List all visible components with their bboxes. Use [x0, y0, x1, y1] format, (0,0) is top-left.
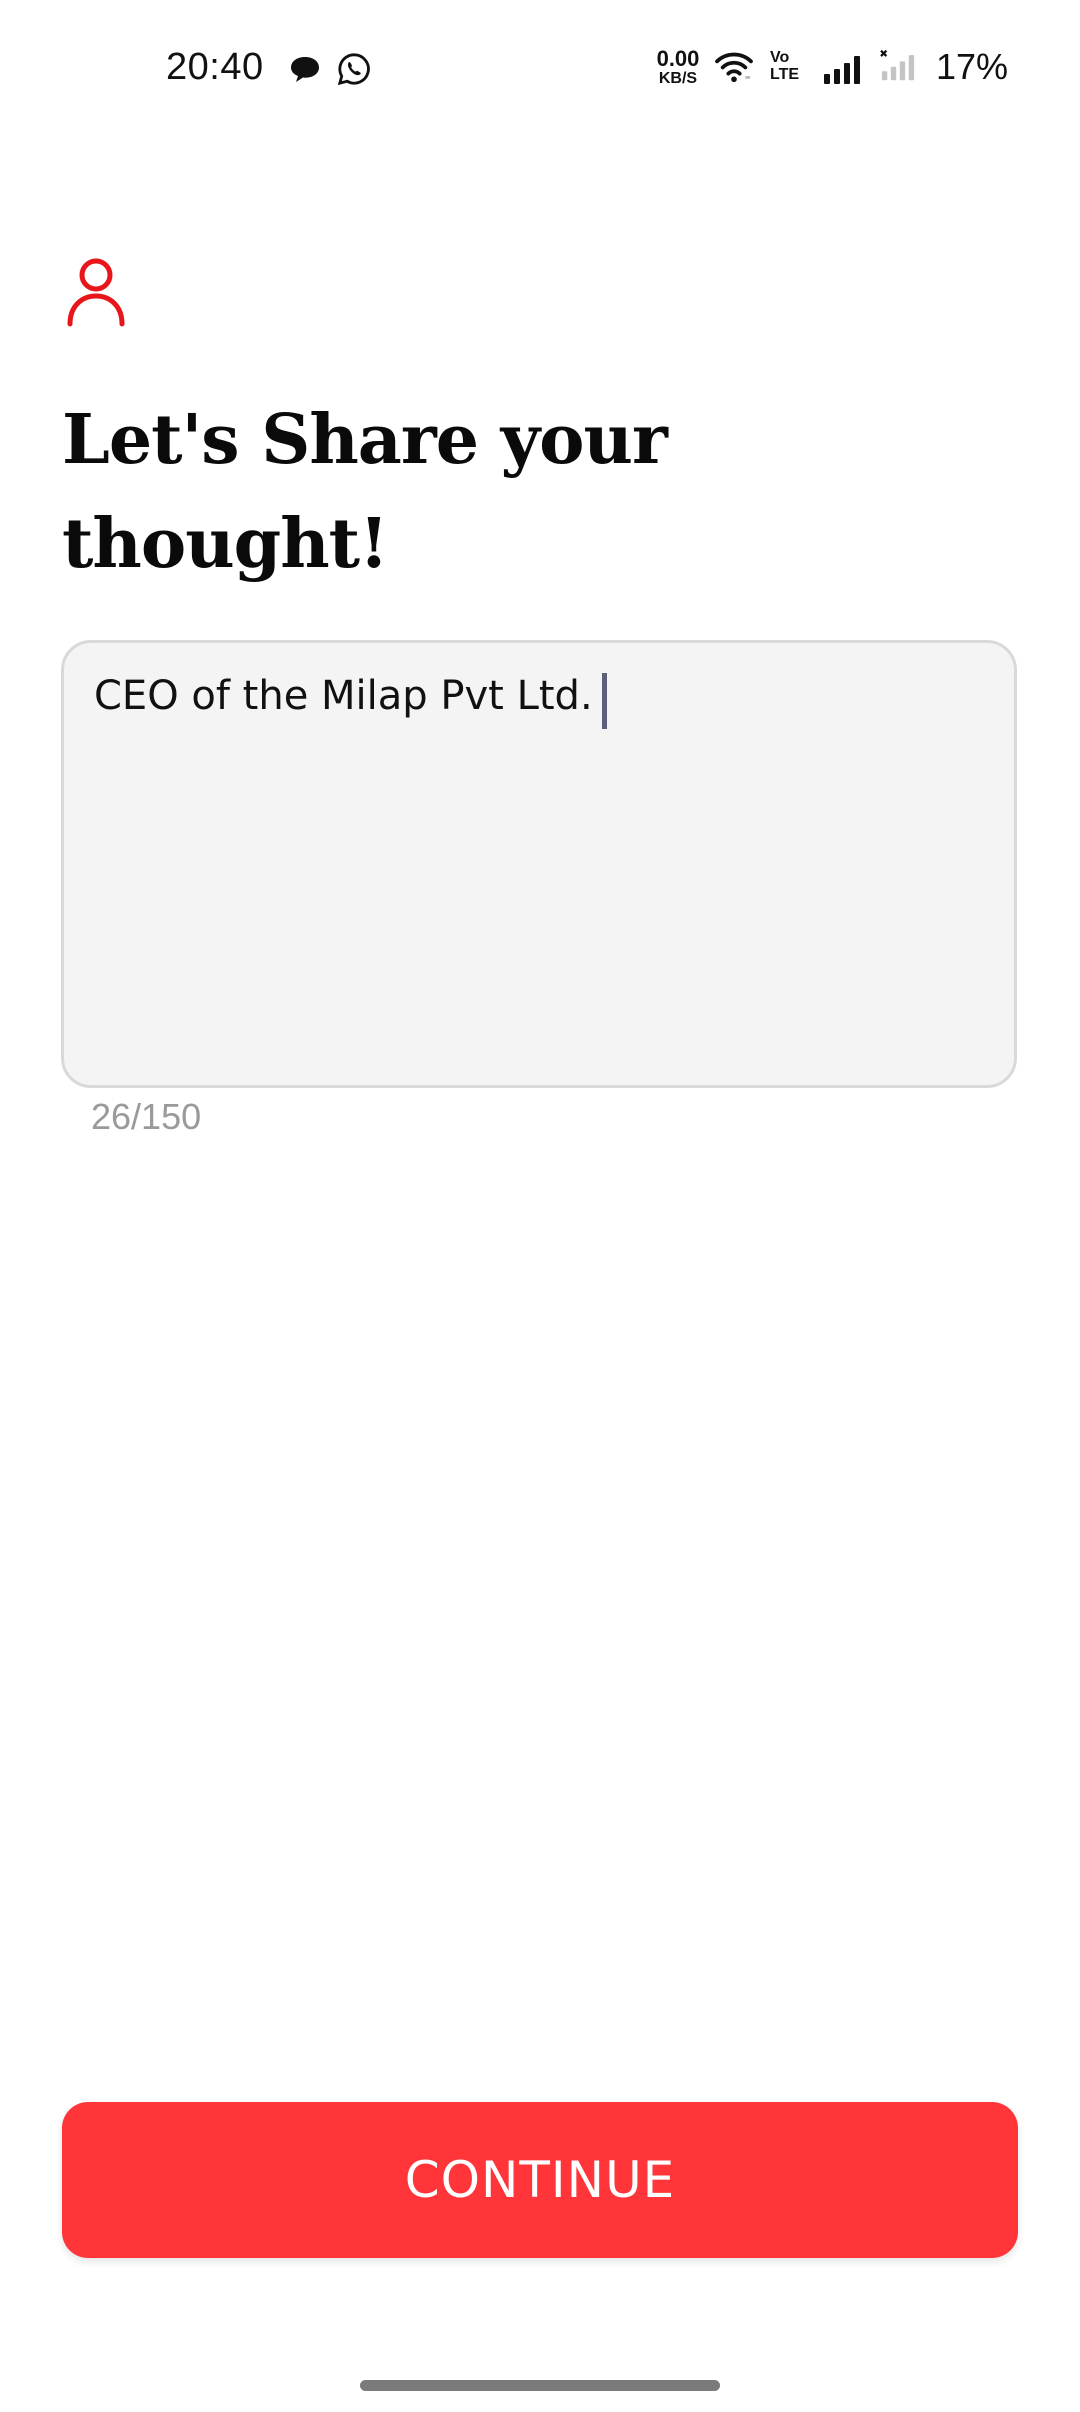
thought-input-value: CEO of the Milap Pvt Ltd.: [94, 673, 606, 719]
net-speed: 0.00 KB/S: [650, 48, 706, 87]
chat-bubble-icon: [291, 57, 319, 82]
page-title-line2: thought!: [62, 504, 389, 584]
continue-button[interactable]: CONTINUE: [62, 2102, 1018, 2258]
status-bar: 20:40 0.00 KB/S Vo LTE 17%: [0, 0, 1080, 140]
signal-icon: [824, 56, 860, 84]
volte-label-top: Vo: [770, 49, 790, 66]
volte-label-bottom: LTE: [770, 66, 800, 83]
wifi-icon: [715, 52, 753, 83]
user-icon: [67, 258, 125, 327]
screen: 20:40 0.00 KB/S Vo LTE 17% Let's Share y…: [0, 0, 1080, 2412]
page-title-line1: Let's Share your: [62, 400, 668, 480]
page-title: Let's Share your thought!: [62, 388, 762, 596]
battery-level: 17%: [936, 46, 1009, 87]
volte-icon: Vo LTE: [770, 50, 810, 84]
net-speed-value: 0.00: [656, 46, 700, 71]
status-time: 20:40: [166, 46, 264, 88]
net-speed-unit: KB/S: [658, 70, 698, 87]
character-counter: 26/150: [91, 1096, 202, 1137]
signal-no-service-icon: [880, 49, 915, 81]
text-cursor: [602, 673, 607, 729]
thought-input[interactable]: CEO of the Milap Pvt Ltd.: [61, 640, 1017, 1088]
home-indicator[interactable]: [360, 2380, 720, 2391]
whatsapp-icon: [337, 53, 370, 86]
